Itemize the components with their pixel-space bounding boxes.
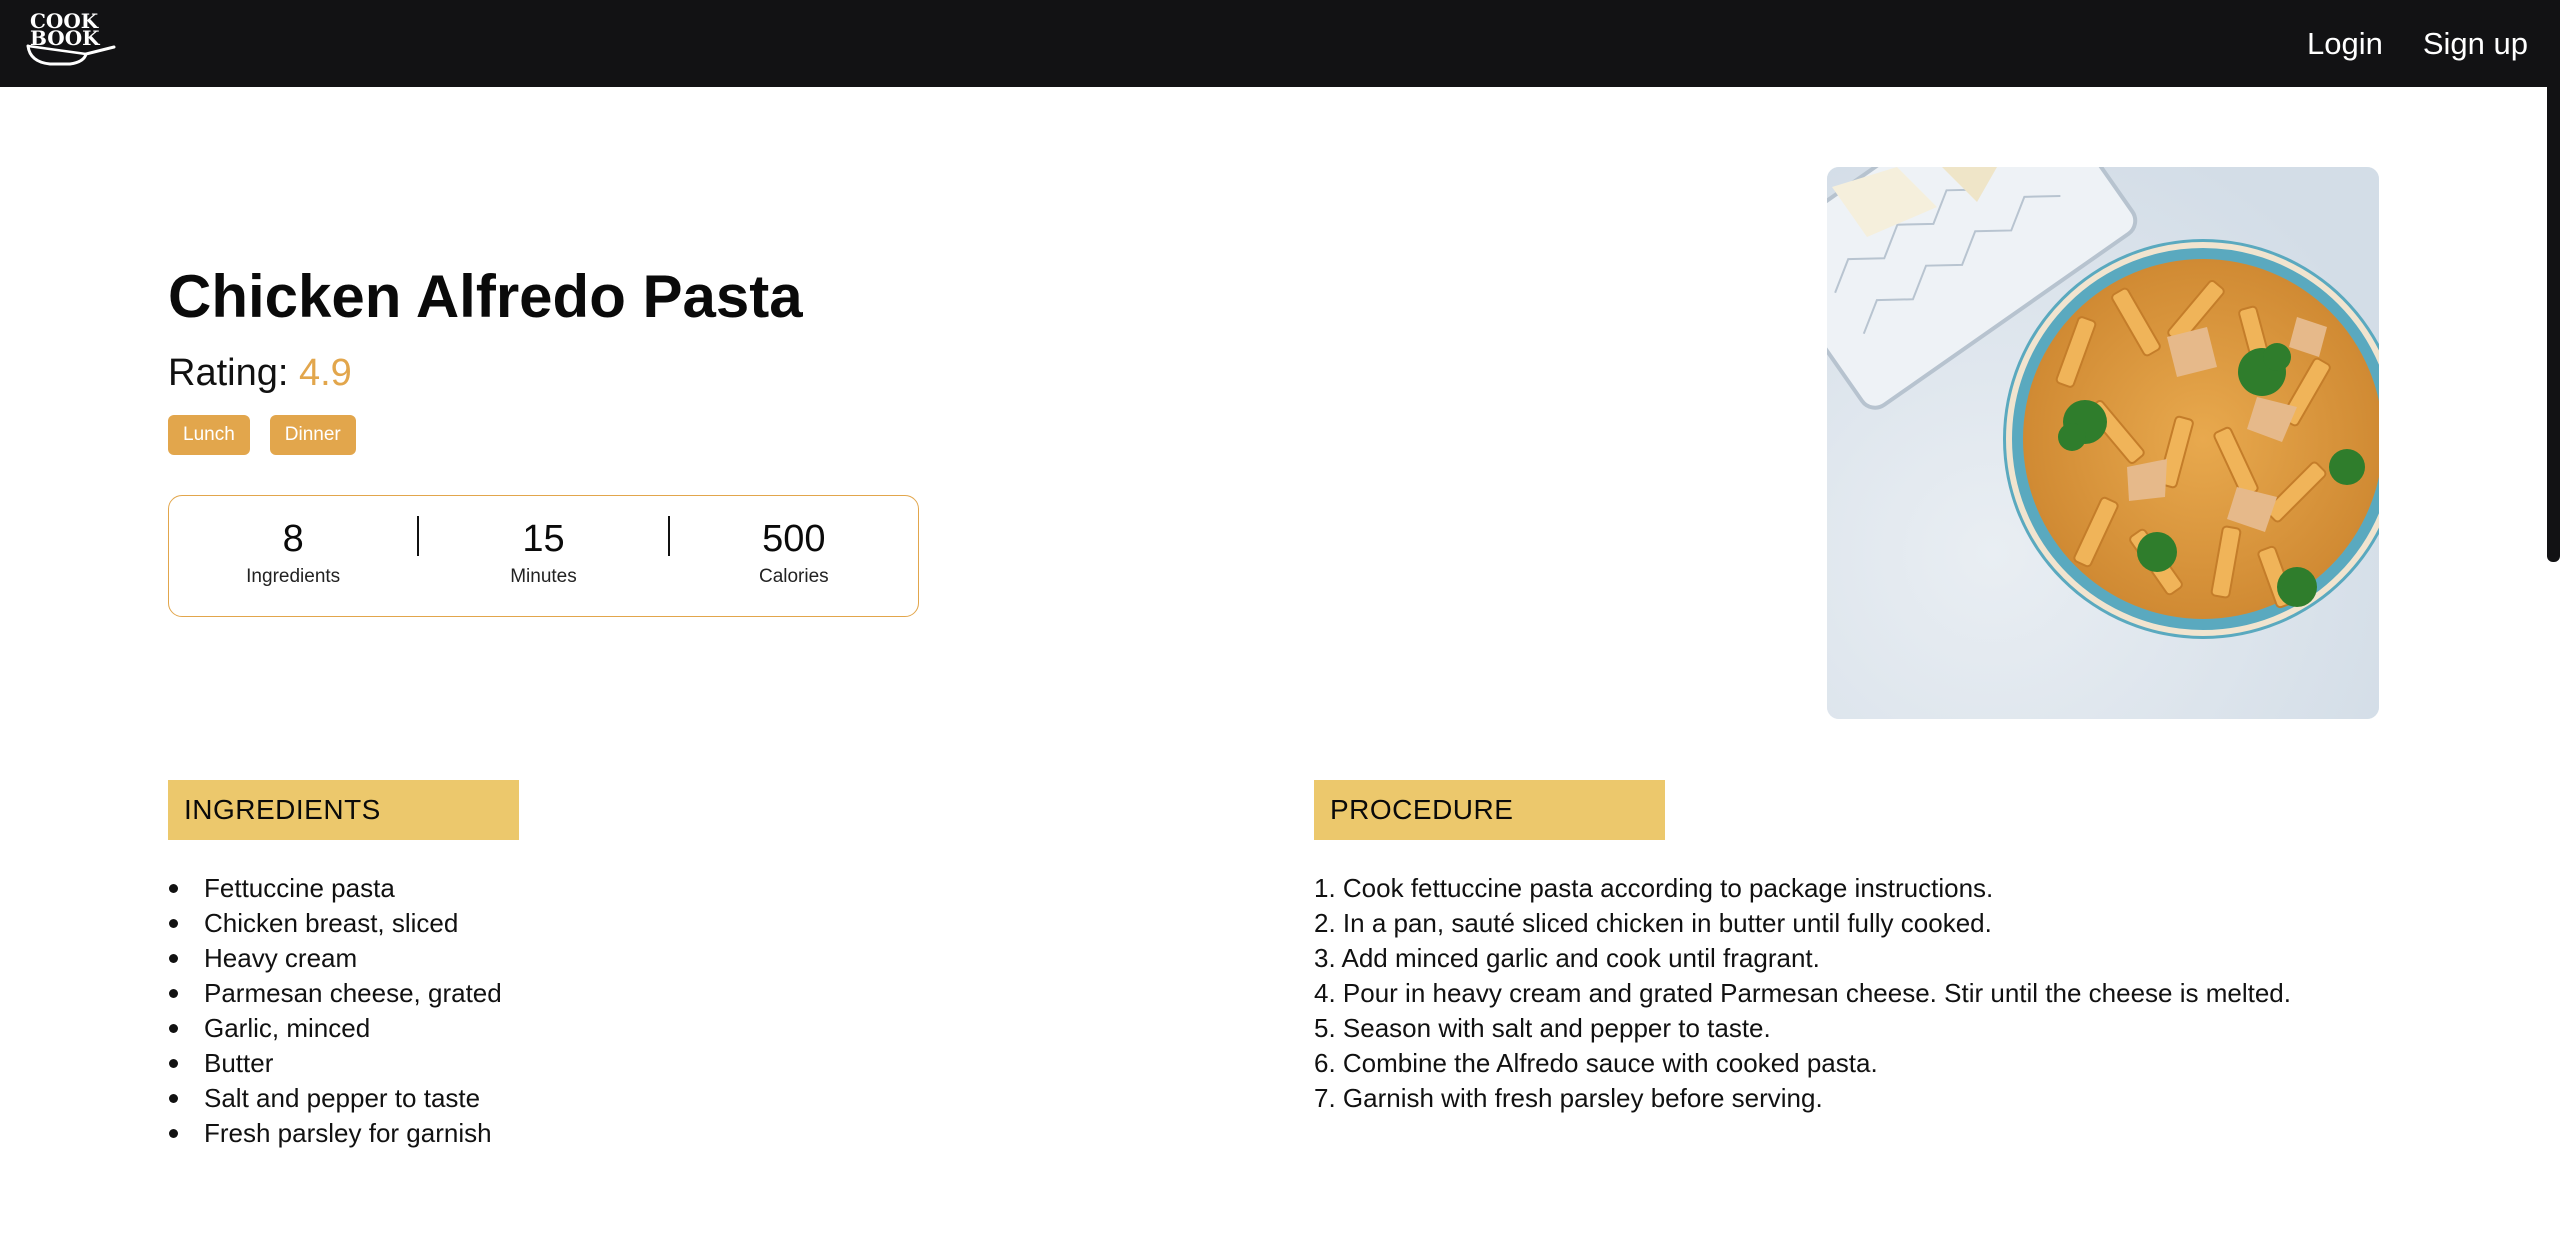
procedure-step: 3. Add minced garlic and cook until frag… — [1314, 943, 1820, 973]
login-link[interactable]: Login — [2307, 26, 2383, 62]
procedure-step: 1. Cook fettuccine pasta according to pa… — [1314, 873, 1994, 903]
frying-pan-icon — [26, 44, 116, 66]
stat-minutes-label: Minutes — [510, 566, 577, 587]
stat-minutes-value: 15 — [522, 518, 565, 560]
ingredients-heading: INGREDIENTS — [168, 780, 519, 840]
ingredients-list: Fettuccine pasta Chicken breast, sliced … — [168, 871, 502, 1151]
stat-ingredients-label: Ingredients — [246, 566, 341, 587]
tag-lunch[interactable]: Lunch — [168, 415, 250, 455]
procedure-step: 6. Combine the Alfredo sauce with cooked… — [1314, 1048, 1878, 1078]
ingredient-item: Butter — [168, 1046, 502, 1081]
signup-link[interactable]: Sign up — [2423, 26, 2528, 62]
stat-ingredients-value: 8 — [282, 518, 304, 560]
tag-dinner[interactable]: Dinner — [269, 415, 356, 455]
pasta-bowl-image — [1827, 167, 2379, 719]
stat-calories-label: Calories — [758, 566, 829, 587]
page-scrollbar[interactable] — [2542, 87, 2560, 1259]
stat-calories-value: 500 — [762, 518, 826, 560]
procedure-step: 7. Garnish with fresh parsley before ser… — [1314, 1083, 1823, 1113]
recipe-rating: Rating: 4.9 — [168, 346, 352, 400]
stat-ingredients: 8 Ingredients — [169, 496, 417, 616]
recipe-stats-card: 8 Ingredients 15 Minutes 500 Calories — [168, 495, 919, 617]
ingredient-item: Heavy cream — [168, 941, 502, 976]
ingredient-item: Salt and pepper to taste — [168, 1081, 502, 1116]
recipe-tags: Lunch Dinner — [168, 415, 356, 455]
cookbook-logo[interactable]: COOK BOOK — [26, 11, 116, 70]
rating-value: 4.9 — [298, 352, 352, 394]
recipe-title: Chicken Alfredo Pasta — [168, 263, 803, 330]
ingredient-item: Chicken breast, sliced — [168, 906, 502, 941]
procedure-step: 2. In a pan, sauté sliced chicken in but… — [1314, 908, 1992, 938]
scrollbar-thumb[interactable] — [2547, 87, 2560, 562]
ingredient-item: Fettuccine pasta — [168, 871, 502, 906]
nav-links: Login Sign up — [2307, 0, 2528, 87]
procedure-heading: PROCEDURE — [1314, 780, 1665, 840]
procedure-step: 4. Pour in heavy cream and grated Parmes… — [1314, 978, 2291, 1008]
stat-calories: 500 Calories — [670, 496, 918, 616]
navbar: COOK BOOK Login Sign up — [0, 0, 2560, 87]
procedure-list: 1. Cook fettuccine pasta according to pa… — [1314, 871, 2291, 1116]
stat-minutes: 15 Minutes — [419, 496, 667, 616]
procedure-step: 5. Season with salt and pepper to taste. — [1314, 1013, 1771, 1043]
ingredient-item: Fresh parsley for garnish — [168, 1116, 502, 1151]
ingredient-item: Parmesan cheese, grated — [168, 976, 502, 1011]
rating-label: Rating: — [168, 352, 289, 394]
recipe-photo — [1827, 167, 2379, 719]
ingredient-item: Garlic, minced — [168, 1011, 502, 1046]
